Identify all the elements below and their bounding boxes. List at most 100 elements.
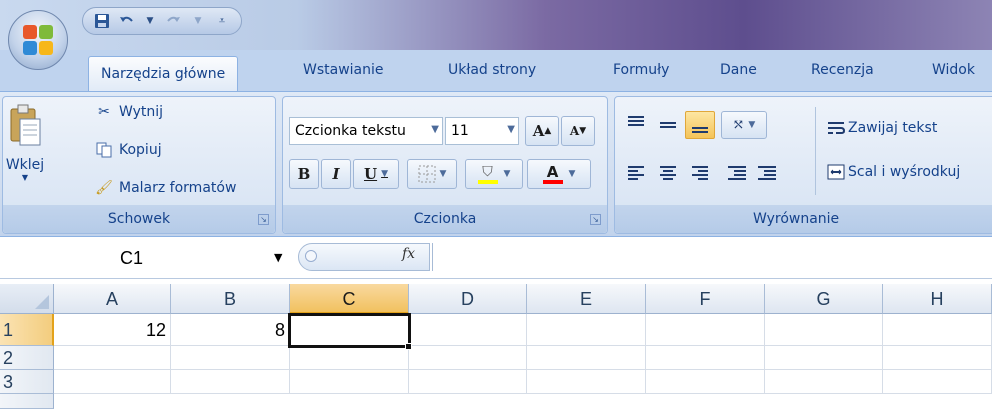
column-header-e[interactable]: E [527, 284, 646, 314]
column-header-h[interactable]: H [883, 284, 992, 314]
cell-e1[interactable] [527, 314, 646, 346]
cell-e2[interactable] [527, 346, 646, 370]
cell-g3[interactable] [765, 370, 883, 394]
tab-review[interactable]: Recenzja [811, 62, 874, 92]
expand-icon[interactable] [305, 250, 317, 262]
scissors-icon: ✂ [98, 104, 110, 120]
insert-function-icon[interactable]: fx [402, 246, 415, 262]
fill-color-button[interactable]: ⛉ ▼ [465, 159, 523, 189]
cell-a3[interactable] [54, 370, 171, 394]
cell-f1[interactable] [646, 314, 765, 346]
row-header-3[interactable]: 3 [0, 370, 54, 394]
alignment-group-label: Wyrównanie [615, 205, 992, 233]
align-bottom-button[interactable] [685, 111, 715, 139]
redo-icon[interactable] [165, 12, 183, 30]
orientation-button[interactable]: ⤲ ▼ [721, 111, 767, 139]
cell-d2[interactable] [409, 346, 527, 370]
cell-h1[interactable] [883, 314, 992, 346]
office-button[interactable] [8, 10, 68, 70]
formula-input[interactable] [432, 243, 992, 271]
column-header-d[interactable]: D [409, 284, 527, 314]
ribbon-tabs: Narzędzia główne Wstawianie Układ strony… [0, 50, 992, 94]
tab-formulas[interactable]: Formuły [613, 62, 669, 92]
clipboard-launcher-icon[interactable]: ↘ [258, 214, 269, 225]
paste-button[interactable]: Wklej ▼ [5, 101, 45, 201]
cell-h2[interactable] [883, 346, 992, 370]
cell-f3[interactable] [646, 370, 765, 394]
cell-f2[interactable] [646, 346, 765, 370]
align-center-button[interactable] [653, 159, 683, 187]
column-header-a[interactable]: A [54, 284, 171, 314]
chevron-down-icon[interactable]: ▼ [274, 251, 282, 264]
align-right-button[interactable] [685, 159, 715, 187]
row-header-4[interactable] [0, 394, 54, 409]
shrink-font-button[interactable]: A ▼ [561, 116, 595, 146]
copy-button[interactable]: Kopiuj [95, 141, 162, 159]
cell-c2[interactable] [290, 346, 409, 370]
align-left-button[interactable] [621, 159, 651, 187]
cell-h3[interactable] [883, 370, 992, 394]
wrap-text-icon [827, 119, 845, 137]
align-top-button[interactable] [621, 111, 651, 139]
borders-button[interactable]: ▼ [407, 159, 457, 189]
cell-d1[interactable] [409, 314, 527, 346]
cell-c3[interactable] [290, 370, 409, 394]
column-header-c[interactable]: C [290, 284, 409, 314]
cell-a1[interactable]: 12 [54, 314, 171, 346]
copy-icon [95, 141, 113, 159]
row-header-1[interactable]: 1 [0, 314, 54, 346]
chevron-down-icon: ▼ [431, 124, 439, 135]
merge-center-button[interactable]: Scal i wyśrodkuj [827, 163, 960, 181]
increase-indent-button[interactable] [751, 159, 781, 187]
chevron-down-icon[interactable]: ▼ [141, 12, 159, 30]
decrease-indent-button[interactable] [721, 159, 751, 187]
tab-page-layout[interactable]: Układ strony [448, 62, 536, 92]
cell-b1[interactable]: 8 [171, 314, 290, 346]
spreadsheet-grid: A B C D E F G H 1 2 3 12 8 [0, 284, 992, 409]
chevron-down-icon: ▼ [21, 173, 29, 182]
grow-font-button[interactable]: A ▲ [525, 116, 559, 146]
font-color-button[interactable]: A ▼ [527, 159, 591, 189]
customize-icon[interactable]: ⩡ [213, 12, 231, 30]
bold-button[interactable]: B [289, 159, 319, 189]
row-header-2[interactable]: 2 [0, 346, 54, 370]
font-name-combo[interactable]: Czcionka tekstu ▼ [289, 117, 443, 145]
cell-b2[interactable] [171, 346, 290, 370]
cell-e3[interactable] [527, 370, 646, 394]
italic-button[interactable]: I [321, 159, 351, 189]
font-launcher-icon[interactable]: ↘ [590, 214, 601, 225]
font-group: Czcionka tekstu ▼ 11 ▼ A ▲ A ▼ B I U ▼ ▼ ⛉ [282, 96, 608, 234]
tab-data[interactable]: Dane [720, 62, 757, 92]
undo-icon[interactable] [117, 12, 135, 30]
clipboard-group: Wklej ▼ ✂ Wytnij Kopiuj 🖌 Malarz formató… [2, 96, 276, 234]
chevron-down-icon: ▼ [507, 124, 515, 135]
quick-access-toolbar: ▼ ▼ ⩡ [82, 7, 242, 35]
save-icon[interactable] [93, 12, 111, 30]
cell-a2[interactable] [54, 346, 171, 370]
tab-home[interactable]: Narzędzia główne [88, 56, 239, 94]
fill-handle[interactable] [405, 343, 412, 350]
cell-g1[interactable] [765, 314, 883, 346]
cell-b3[interactable] [171, 370, 290, 394]
cut-button[interactable]: ✂ Wytnij [95, 103, 163, 121]
cell-d3[interactable] [409, 370, 527, 394]
column-header-g[interactable]: G [765, 284, 883, 314]
chevron-down-icon[interactable]: ▼ [189, 12, 207, 30]
align-middle-button[interactable] [653, 111, 683, 139]
name-box[interactable]: C1 [0, 243, 290, 273]
tab-insert[interactable]: Wstawianie [303, 62, 384, 92]
font-size-combo[interactable]: 11 ▼ [445, 117, 519, 145]
merge-center-label: Scal i wyśrodkuj [848, 164, 961, 180]
underline-button[interactable]: U ▼ [353, 159, 399, 189]
column-header-b[interactable]: B [171, 284, 290, 314]
select-all-button[interactable] [0, 284, 54, 314]
format-painter-button[interactable]: 🖌 Malarz formatów [95, 179, 236, 197]
underline-label: U [363, 165, 378, 183]
ribbon: Wklej ▼ ✂ Wytnij Kopiuj 🖌 Malarz formató… [0, 91, 992, 237]
office-logo-icon [23, 25, 53, 55]
tab-view[interactable]: Widok [932, 62, 975, 92]
wrap-text-button[interactable]: Zawijaj tekst [827, 119, 937, 137]
shrink-font-label: A [569, 124, 580, 138]
column-header-f[interactable]: F [646, 284, 765, 314]
cell-g2[interactable] [765, 346, 883, 370]
